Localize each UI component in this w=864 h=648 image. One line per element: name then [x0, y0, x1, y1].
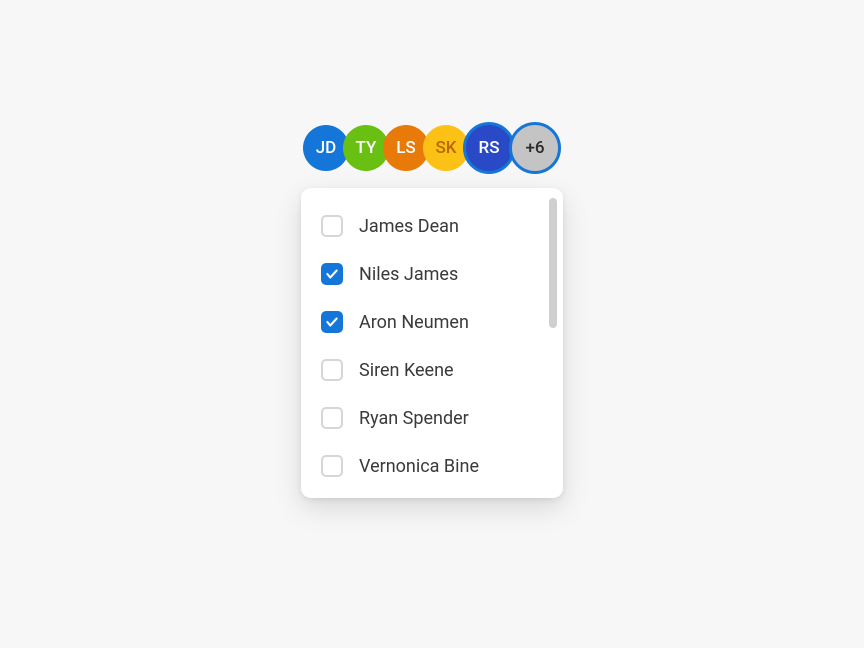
avatar-overflow-count[interactable]: +6: [509, 122, 561, 174]
checkbox[interactable]: [321, 407, 343, 429]
avatar-initials: TY: [356, 138, 377, 158]
list-item[interactable]: Vernonica Bine: [321, 442, 543, 490]
checkbox[interactable]: [321, 263, 343, 285]
list-item[interactable]: Siren Keene: [321, 346, 543, 394]
overflow-label: +6: [525, 138, 544, 158]
user-name-label: Vernonica Bine: [359, 456, 479, 477]
avatar-initials: LS: [396, 138, 415, 158]
user-name-label: Ryan Spender: [359, 408, 469, 429]
user-name-label: Aron Neumen: [359, 312, 469, 333]
user-name-label: Niles James: [359, 264, 458, 285]
scrollbar-thumb[interactable]: [549, 198, 557, 328]
list-item[interactable]: Ryan Spender: [321, 394, 543, 442]
checkbox[interactable]: [321, 215, 343, 237]
check-icon: [325, 315, 339, 329]
avatar-stack: JD TY LS SK RS +6: [303, 122, 561, 174]
avatar-initials: RS: [479, 138, 500, 158]
list-item[interactable]: Niles James: [321, 250, 543, 298]
avatar-rs[interactable]: RS: [463, 122, 515, 174]
list-item[interactable]: James Dean: [321, 202, 543, 250]
user-selector: JD TY LS SK RS +6 James Dean Niles James: [301, 122, 563, 498]
avatar-initials: JD: [316, 138, 337, 158]
user-list: James Dean Niles James Aron Neumen Siren…: [301, 202, 563, 490]
user-name-label: James Dean: [359, 216, 459, 237]
user-dropdown-panel: James Dean Niles James Aron Neumen Siren…: [301, 188, 563, 498]
checkbox[interactable]: [321, 455, 343, 477]
checkbox[interactable]: [321, 311, 343, 333]
checkbox[interactable]: [321, 359, 343, 381]
user-name-label: Siren Keene: [359, 360, 454, 381]
list-item[interactable]: Aron Neumen: [321, 298, 543, 346]
check-icon: [325, 267, 339, 281]
avatar-initials: SK: [435, 138, 456, 158]
